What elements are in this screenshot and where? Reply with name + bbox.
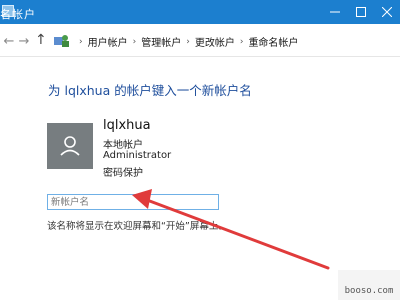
- breadcrumb: › 用户帐户 › 管理帐户 › 更改帐户 › 重命名帐户: [74, 34, 298, 50]
- breadcrumb-separator: ›: [79, 36, 83, 47]
- user-accounts-icon: [54, 33, 70, 47]
- hint-text: 该名称将显示在欢迎屏幕和“开始”屏幕上。: [47, 221, 228, 232]
- breadcrumb-separator: ›: [186, 36, 190, 47]
- new-account-name-input[interactable]: [47, 194, 219, 210]
- maximize-icon[interactable]: [348, 0, 374, 24]
- up-arrow-icon[interactable]: ↑: [35, 32, 47, 48]
- breadcrumb-change-account[interactable]: 更改帐户: [195, 34, 235, 49]
- page-heading: 为 lqlxhua 的帐户键入一个新帐户名: [48, 83, 252, 98]
- account-name: lqlxhua: [103, 118, 151, 133]
- watermark: booso.com: [338, 270, 400, 300]
- user-silhouette-icon: [60, 136, 80, 156]
- breadcrumb-separator: ›: [239, 36, 244, 47]
- title-bar: 名帐户: [0, 0, 400, 24]
- breadcrumb-rename-account[interactable]: 重命名帐户: [248, 34, 298, 49]
- window-title: 名帐户: [0, 8, 36, 21]
- account-role: Administrator: [103, 150, 172, 161]
- avatar: [47, 123, 93, 169]
- breadcrumb-user-accounts[interactable]: 用户帐户: [88, 34, 128, 49]
- forward-arrow-icon[interactable]: →: [17, 33, 31, 49]
- minimize-icon[interactable]: [322, 0, 348, 24]
- back-arrow-icon[interactable]: ←: [2, 33, 16, 49]
- breadcrumb-separator: ›: [132, 36, 137, 47]
- window-controls: [322, 0, 400, 24]
- account-type: 本地帐户: [103, 140, 143, 151]
- navigation-bar: ← → ↑ › 用户帐户 › 管理帐户 › 更改帐户 › 重命名帐户: [0, 24, 400, 57]
- watermark-text: booso.com: [344, 286, 394, 296]
- account-protection: 密码保护: [103, 168, 143, 179]
- close-icon[interactable]: [374, 0, 400, 24]
- breadcrumb-manage-accounts[interactable]: 管理帐户: [141, 34, 181, 49]
